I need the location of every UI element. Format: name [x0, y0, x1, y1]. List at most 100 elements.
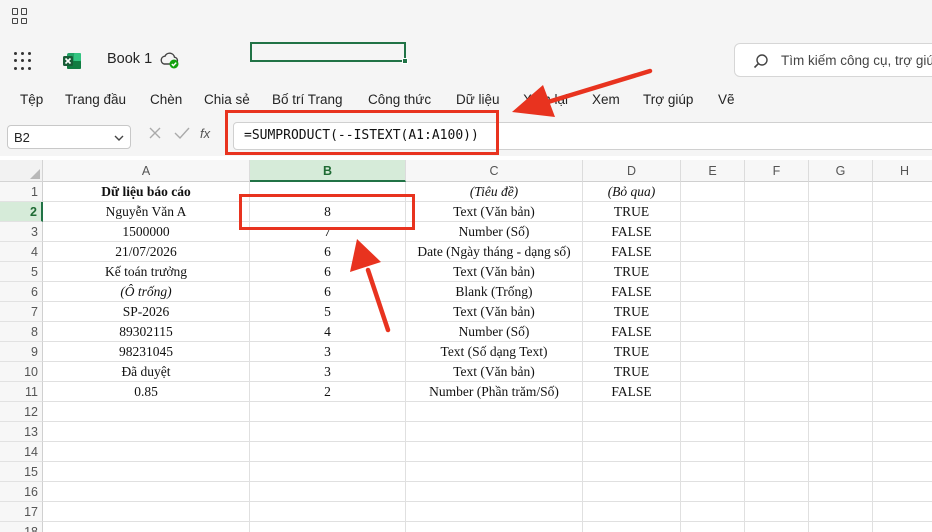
cell-h10[interactable]: [873, 362, 932, 382]
cell-d12[interactable]: [583, 402, 681, 422]
row-header-5[interactable]: 5: [0, 262, 43, 282]
cell-g11[interactable]: [809, 382, 873, 402]
column-header-f[interactable]: F: [745, 160, 809, 182]
cell-e12[interactable]: [681, 402, 745, 422]
cell-f9[interactable]: [745, 342, 809, 362]
function-icon[interactable]: fx: [200, 126, 210, 141]
cell-e13[interactable]: [681, 422, 745, 442]
cell-f2[interactable]: [745, 202, 809, 222]
row-header-10[interactable]: 10: [0, 362, 43, 382]
cell-d2[interactable]: TRUE: [583, 202, 681, 222]
tab-formulas[interactable]: Công thức: [368, 92, 431, 107]
cell-d11[interactable]: FALSE: [583, 382, 681, 402]
cell-g7[interactable]: [809, 302, 873, 322]
row-header-15[interactable]: 15: [0, 462, 43, 482]
cell-g1[interactable]: [809, 182, 873, 202]
column-header-h[interactable]: H: [873, 160, 932, 182]
cell-e10[interactable]: [681, 362, 745, 382]
row-header-18[interactable]: 18: [0, 522, 43, 532]
tab-file[interactable]: Tệp: [20, 92, 43, 107]
column-header-c[interactable]: C: [406, 160, 583, 182]
cell-d15[interactable]: [583, 462, 681, 482]
row-header-11[interactable]: 11: [0, 382, 43, 402]
cell-h13[interactable]: [873, 422, 932, 442]
row-header-14[interactable]: 14: [0, 442, 43, 462]
cell-e3[interactable]: [681, 222, 745, 242]
cell-d16[interactable]: [583, 482, 681, 502]
cell-f8[interactable]: [745, 322, 809, 342]
cell-c7[interactable]: Text (Văn bản): [406, 302, 583, 322]
cell-a4[interactable]: 21/07/2026: [43, 242, 250, 262]
cell-g6[interactable]: [809, 282, 873, 302]
cell-a3[interactable]: 1500000: [43, 222, 250, 242]
column-header-e[interactable]: E: [681, 160, 745, 182]
tab-home[interactable]: Trang đầu: [65, 92, 126, 107]
cell-a16[interactable]: [43, 482, 250, 502]
cell-g4[interactable]: [809, 242, 873, 262]
cell-f4[interactable]: [745, 242, 809, 262]
cell-f5[interactable]: [745, 262, 809, 282]
cell-c16[interactable]: [406, 482, 583, 502]
cell-b6[interactable]: 6: [250, 282, 406, 302]
cell-c12[interactable]: [406, 402, 583, 422]
row-header-1[interactable]: 1: [0, 182, 43, 202]
cell-h11[interactable]: [873, 382, 932, 402]
cell-b17[interactable]: [250, 502, 406, 522]
cell-a18[interactable]: [43, 522, 250, 532]
cell-f13[interactable]: [745, 422, 809, 442]
cell-f11[interactable]: [745, 382, 809, 402]
column-header-b[interactable]: B: [250, 160, 406, 182]
cell-d7[interactable]: TRUE: [583, 302, 681, 322]
cell-c9[interactable]: Text (Số dạng Text): [406, 342, 583, 362]
cell-h17[interactable]: [873, 502, 932, 522]
cell-a17[interactable]: [43, 502, 250, 522]
cell-e2[interactable]: [681, 202, 745, 222]
cell-b2[interactable]: 8: [250, 202, 406, 222]
cell-f6[interactable]: [745, 282, 809, 302]
cell-a15[interactable]: [43, 462, 250, 482]
tab-review[interactable]: Xem lại: [523, 92, 568, 107]
cell-d8[interactable]: FALSE: [583, 322, 681, 342]
cell-h3[interactable]: [873, 222, 932, 242]
cell-g13[interactable]: [809, 422, 873, 442]
cell-b4[interactable]: 6: [250, 242, 406, 262]
select-all-corner[interactable]: [0, 160, 43, 182]
cell-b11[interactable]: 2: [250, 382, 406, 402]
cell-b14[interactable]: [250, 442, 406, 462]
cell-g18[interactable]: [809, 522, 873, 532]
cell-e4[interactable]: [681, 242, 745, 262]
cell-b12[interactable]: [250, 402, 406, 422]
cell-h5[interactable]: [873, 262, 932, 282]
cell-h18[interactable]: [873, 522, 932, 532]
cell-h4[interactable]: [873, 242, 932, 262]
cell-f14[interactable]: [745, 442, 809, 462]
cell-f18[interactable]: [745, 522, 809, 532]
column-header-a[interactable]: A: [43, 160, 250, 182]
cell-c10[interactable]: Text (Văn bản): [406, 362, 583, 382]
tab-page-layout[interactable]: Bố trí Trang: [272, 92, 343, 107]
cell-a1[interactable]: Dữ liệu báo cáo: [43, 182, 250, 202]
cell-c1[interactable]: (Tiêu đề): [406, 182, 583, 202]
cell-c2[interactable]: Text (Văn bản): [406, 202, 583, 222]
cancel-icon[interactable]: [148, 126, 162, 140]
cell-h6[interactable]: [873, 282, 932, 302]
cell-e17[interactable]: [681, 502, 745, 522]
cell-a2[interactable]: Nguyễn Văn A: [43, 202, 250, 222]
workbook-title[interactable]: Book 1: [107, 51, 152, 67]
cell-c3[interactable]: Number (Số): [406, 222, 583, 242]
cell-a13[interactable]: [43, 422, 250, 442]
cell-b18[interactable]: [250, 522, 406, 532]
cell-a14[interactable]: [43, 442, 250, 462]
cell-d17[interactable]: [583, 502, 681, 522]
cell-b8[interactable]: 4: [250, 322, 406, 342]
tab-help[interactable]: Trợ giúp: [643, 92, 693, 107]
excel-logo-icon[interactable]: [62, 51, 82, 71]
cell-b3[interactable]: 7: [250, 222, 406, 242]
cell-d4[interactable]: FALSE: [583, 242, 681, 262]
row-header-9[interactable]: 9: [0, 342, 43, 362]
cell-h7[interactable]: [873, 302, 932, 322]
cell-d1[interactable]: (Bỏ qua): [583, 182, 681, 202]
cloud-saved-icon[interactable]: [159, 49, 181, 71]
cell-f3[interactable]: [745, 222, 809, 242]
cell-f17[interactable]: [745, 502, 809, 522]
